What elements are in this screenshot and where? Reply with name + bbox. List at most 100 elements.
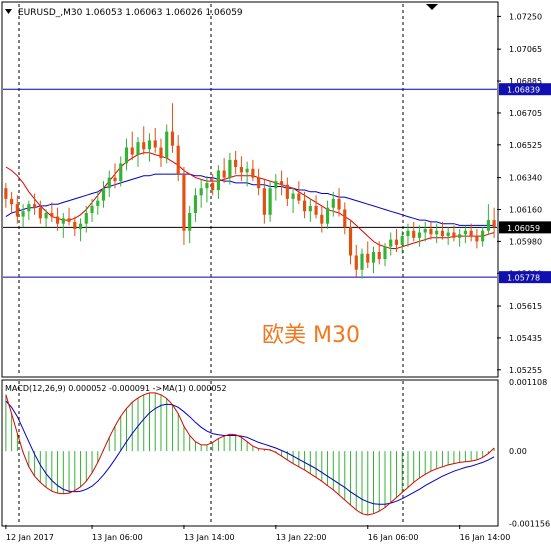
candle-body xyxy=(15,204,19,217)
candle-body xyxy=(55,216,60,224)
time-tick-label: 13 Jan 22:00 xyxy=(276,533,327,542)
candle-body xyxy=(423,228,427,233)
level-label: 1.06839 xyxy=(507,86,540,95)
candle-body xyxy=(199,188,203,196)
candle-body xyxy=(44,213,48,219)
candle-body xyxy=(343,209,347,228)
candle-body xyxy=(463,230,467,235)
candle-body xyxy=(366,253,370,263)
candle-body xyxy=(21,211,25,217)
candle-body xyxy=(297,193,301,201)
candle-body xyxy=(38,207,42,219)
candle-body xyxy=(27,204,31,212)
time-tick-label: 12 Jan 2017 xyxy=(6,533,54,542)
candle-body xyxy=(486,220,490,231)
candle-body xyxy=(170,131,175,146)
candle-body xyxy=(291,193,295,199)
watermark: 欧美 M30 xyxy=(262,323,360,348)
candle-body xyxy=(383,246,387,260)
candle-body xyxy=(147,140,152,150)
price-tick-label: 1.06160 xyxy=(509,205,542,214)
candle-body xyxy=(113,177,117,182)
candle-body xyxy=(234,159,238,167)
candle-body xyxy=(337,198,341,210)
candle-body xyxy=(348,227,353,256)
candle-body xyxy=(417,232,422,238)
candle-body xyxy=(142,142,146,150)
candle-body xyxy=(10,198,14,205)
candle-body xyxy=(182,174,186,231)
candle-body xyxy=(394,239,399,245)
candle-body xyxy=(211,182,215,190)
macd-label: MACD(12,26,9) 0.000052 -0.000091 ->MA(1)… xyxy=(5,384,227,393)
candle-body xyxy=(371,252,376,263)
price-tick-label: 1.07065 xyxy=(509,45,542,54)
candle-body xyxy=(285,184,289,199)
candle-body xyxy=(400,236,404,245)
candle-body xyxy=(50,213,54,217)
candle-body xyxy=(302,200,307,212)
level-label: 1.06059 xyxy=(507,224,540,233)
candle-body xyxy=(406,230,410,237)
candle-body xyxy=(119,163,123,182)
candle-body xyxy=(239,166,243,173)
price-tick-label: 1.07250 xyxy=(509,12,542,21)
macd-tick-label: 0.001108 xyxy=(509,378,547,387)
candle-body xyxy=(475,236,479,242)
macd-tick-label: -0.001156 xyxy=(509,519,550,528)
candle-body xyxy=(130,147,134,155)
candle-body xyxy=(280,181,284,185)
price-tick-label: 1.06525 xyxy=(509,141,542,150)
price-tick-label: 1.05615 xyxy=(509,302,542,311)
candle-body xyxy=(205,182,209,189)
level-label: 1.05778 xyxy=(507,274,540,283)
chart-canvas: 1.072501.070651.068851.067051.065251.063… xyxy=(0,0,551,548)
candle-body xyxy=(257,177,261,189)
candle-body xyxy=(90,205,94,214)
candle-body xyxy=(165,131,169,159)
candle-body xyxy=(331,198,335,208)
candle-body xyxy=(412,230,416,238)
candle-body xyxy=(67,218,71,222)
macd-tick-label: 0.00 xyxy=(509,447,527,456)
candle-body xyxy=(314,205,318,215)
candle-body xyxy=(124,147,129,164)
candle-body xyxy=(481,230,485,242)
candle-body xyxy=(354,255,358,270)
candle-body xyxy=(389,239,393,247)
candle-body xyxy=(153,140,157,148)
candle-body xyxy=(193,195,198,214)
candle-body xyxy=(136,142,140,155)
candle-body xyxy=(262,188,266,215)
candle-body xyxy=(446,232,450,237)
candle-body xyxy=(274,181,278,189)
candle-body xyxy=(440,230,445,237)
candle-body xyxy=(458,234,462,238)
candle-body xyxy=(73,221,77,229)
time-tick-label: 16 Jan 14:00 xyxy=(460,533,511,542)
candle-body xyxy=(435,230,439,235)
candle-body xyxy=(33,204,37,208)
candle-body xyxy=(176,145,180,175)
candle-body xyxy=(101,188,106,201)
price-tick-label: 1.05435 xyxy=(509,334,542,343)
symbol-header: EURUSD_,M30 1.06053 1.06063 1.06026 1.06… xyxy=(18,8,243,18)
price-tick-label: 1.05255 xyxy=(509,366,542,375)
candle-body xyxy=(107,177,111,189)
price-tick-label: 1.06340 xyxy=(509,174,542,183)
time-tick-label: 13 Jan 06:00 xyxy=(92,533,143,542)
candle-body xyxy=(325,207,330,224)
candle-body xyxy=(4,188,8,199)
candle-body xyxy=(78,223,83,229)
price-tick-label: 1.06705 xyxy=(509,109,542,118)
candle-body xyxy=(61,218,65,224)
candle-body xyxy=(188,213,192,231)
candle-body xyxy=(452,232,456,238)
candle-body xyxy=(469,230,473,237)
candle-body xyxy=(216,170,220,190)
candle-body xyxy=(84,213,88,224)
candle-body xyxy=(245,168,249,173)
candle-body xyxy=(377,252,381,260)
candle-body xyxy=(222,170,226,178)
candle-body xyxy=(96,200,100,206)
